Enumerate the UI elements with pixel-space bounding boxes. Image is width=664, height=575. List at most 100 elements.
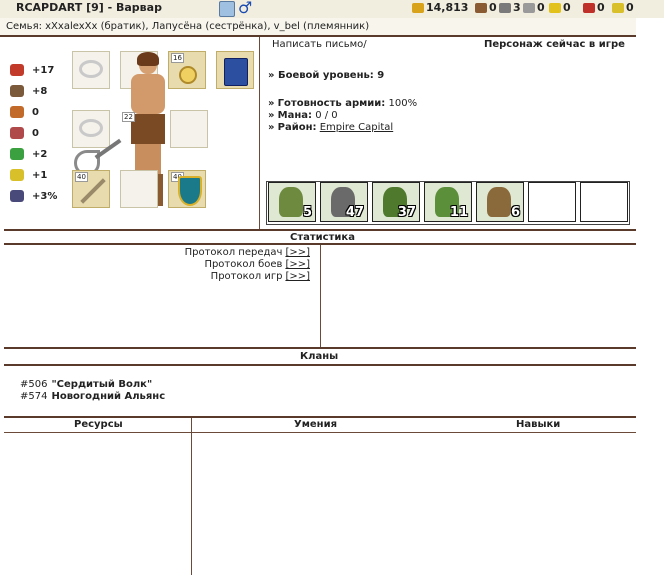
shield-slot[interactable]: 40 — [168, 170, 206, 208]
stat-row: +1 — [10, 166, 60, 184]
item-level: 40 — [75, 172, 88, 182]
bullet-icon: » — [268, 110, 275, 121]
army-slot[interactable]: 47 — [320, 182, 368, 222]
stat-value: +2 — [32, 148, 48, 160]
item-level: 22 — [122, 112, 135, 122]
boots-slot[interactable] — [120, 170, 158, 208]
combat-level-value: 9 — [377, 70, 385, 81]
statistics-row: Протокол игр [>>] — [211, 271, 310, 282]
attack-icon — [10, 64, 24, 76]
orc-unit-icon — [279, 187, 303, 217]
book-slot[interactable] — [216, 51, 254, 89]
mercury-icon — [523, 2, 535, 13]
resource-value: 0 — [597, 1, 605, 14]
stat-row: 0 — [10, 124, 60, 142]
divider — [4, 364, 636, 366]
statistics-link[interactable]: [>>] — [285, 271, 310, 282]
army-slot-empty[interactable] — [580, 182, 628, 222]
bullet-icon: » — [268, 98, 275, 109]
initiative-icon — [10, 190, 24, 202]
stat-row: +2 — [10, 145, 60, 163]
abilities-title: Навыки — [516, 419, 561, 430]
statistics-row: Протокол передач [>>] — [185, 247, 310, 258]
spellpower-icon — [10, 106, 24, 118]
cloak-slot[interactable] — [170, 110, 208, 148]
clan-id: #574 — [20, 391, 48, 402]
army-slot-empty[interactable] — [528, 182, 576, 222]
write-letter-link[interactable]: Написать письмо/ — [272, 39, 367, 50]
combat-level-row: » Боевой уровень: 9 — [268, 70, 384, 81]
ring-icon — [79, 119, 103, 137]
army-ready-label: Готовность армии: — [277, 98, 386, 109]
sword-icon — [80, 178, 106, 204]
unit-count: 6 — [510, 205, 520, 220]
bullet-icon: » — [268, 70, 275, 81]
shield-icon — [178, 176, 202, 206]
resource-ore: 3 — [499, 1, 521, 14]
combat-level-label: Боевой уровень: — [277, 70, 374, 81]
skills-title: Умения — [294, 419, 338, 430]
district-label: Район: — [277, 122, 317, 133]
hero-hair — [137, 52, 159, 66]
statistics-link[interactable]: [>>] — [285, 259, 310, 270]
statistics-label: Протокол игр — [210, 271, 283, 282]
ore-icon — [499, 2, 511, 13]
family-text: Семья: xXxalexXx (братик), Лапусёна (сес… — [6, 21, 370, 32]
profile-divider — [259, 37, 260, 229]
resource-value: 14,813 — [426, 1, 469, 14]
army-ready-row: » Готовность армии: 100% — [268, 98, 417, 109]
divider — [4, 416, 636, 418]
amulet-icon — [179, 66, 197, 84]
statistics-link[interactable]: [>>] — [285, 247, 310, 258]
unit-count: 5 — [302, 205, 312, 220]
statistics-row: Протокол боев [>>] — [204, 259, 310, 270]
divider — [4, 229, 636, 231]
unit-count: 11 — [449, 205, 468, 220]
clan-name[interactable]: "Сердитый Волк" — [51, 379, 152, 390]
gems-icon — [612, 2, 624, 13]
statistics-label: Протокол боев — [204, 259, 283, 270]
resource-value: 0 — [626, 1, 634, 14]
clan-id: #506 — [20, 379, 48, 390]
resources-title: Ресурсы — [74, 419, 123, 430]
resource-gold: 14,813 — [412, 1, 468, 14]
army-slot[interactable]: 37 — [372, 182, 420, 222]
male-gender-icon: ♂ — [238, 0, 253, 17]
ring-icon — [79, 60, 103, 78]
unit-count: 37 — [397, 205, 416, 220]
clan-item[interactable]: #506 "Сердитый Волк" — [20, 379, 152, 390]
hero-belt — [131, 114, 165, 144]
amulet-slot[interactable]: 16 — [168, 51, 206, 89]
resource-crystal: 0 — [583, 1, 605, 14]
weapon-slot[interactable]: 40 — [72, 170, 110, 208]
ring-slot-1[interactable] — [72, 51, 110, 89]
resources-divider — [191, 418, 192, 575]
gold-icon — [412, 2, 424, 13]
district-link[interactable]: Empire Capital — [320, 122, 393, 133]
resource-value: 0 — [537, 1, 545, 14]
ring-slot-2[interactable] — [72, 110, 110, 148]
army-slot[interactable]: 5 — [268, 182, 316, 222]
mana-value: 0 / 0 — [315, 110, 338, 121]
army-ready-value: 100% — [388, 98, 418, 109]
stat-value: 0 — [32, 127, 39, 139]
army-slot[interactable]: 6 — [476, 182, 524, 222]
resource-value: 0 — [489, 1, 497, 14]
scroll-icon[interactable] — [219, 1, 235, 17]
army-slot[interactable]: 11 — [424, 182, 472, 222]
resource-sulfur: 0 — [549, 1, 571, 14]
clan-name[interactable]: Новогодний Альянс — [51, 391, 165, 402]
luck-icon — [10, 148, 24, 160]
stat-value: +1 — [32, 169, 48, 181]
hero-torso — [131, 74, 165, 114]
griffin-unit-icon — [487, 187, 511, 217]
statistics-divider — [320, 245, 321, 347]
divider — [4, 432, 636, 433]
clan-item[interactable]: #574 Новогодний Альянс — [20, 391, 165, 402]
wood-icon — [475, 2, 487, 13]
unit-count: 47 — [345, 205, 364, 220]
stat-row: +3% — [10, 187, 60, 205]
stat-row: +8 — [10, 82, 60, 100]
clans-title: Кланы — [300, 351, 339, 362]
spellbook-icon — [224, 58, 248, 86]
